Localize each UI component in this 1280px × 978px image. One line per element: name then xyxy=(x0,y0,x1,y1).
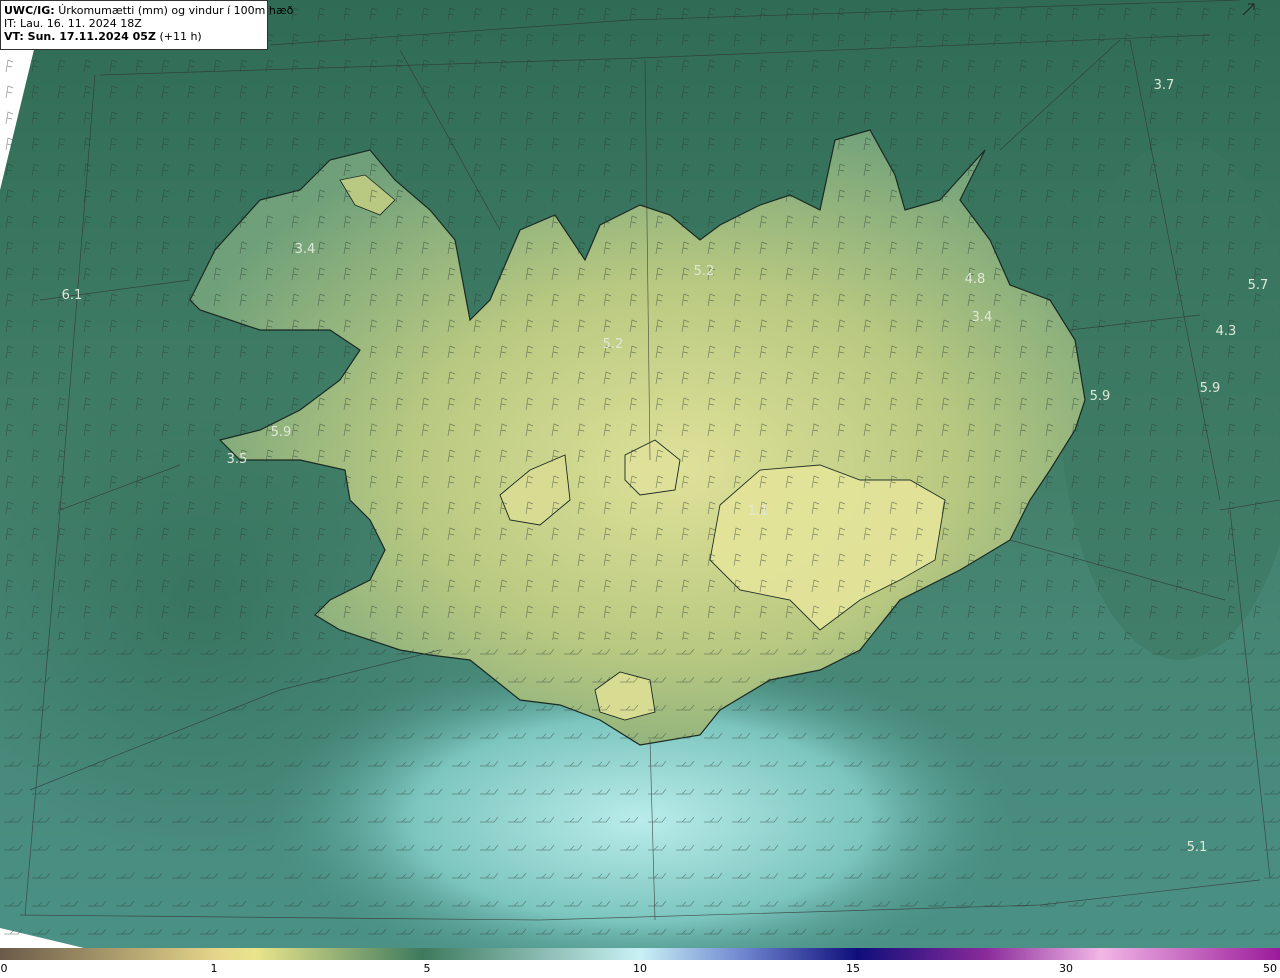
colorbar-tick: 10 xyxy=(633,962,647,975)
colorbar-tick: 5 xyxy=(423,962,431,975)
map-label: 4.3 xyxy=(1216,324,1237,339)
colorbar-strip xyxy=(0,948,1280,960)
map-label: 1.1 xyxy=(748,504,769,519)
map-label: 3.4 xyxy=(972,310,993,325)
colorbar-tick: 15 xyxy=(846,962,860,975)
map-header: UWC/IG: Úrkomumætti (mm) og vindur í 100… xyxy=(0,0,293,50)
map-label: 5.2 xyxy=(603,337,624,352)
arrow-diagonal-icon xyxy=(1242,3,1255,16)
valid-offset: (+11 h) xyxy=(159,30,202,43)
map-description: Úrkomumætti (mm) og vindur í 100m hæð xyxy=(58,4,294,17)
map-label: 5.7 xyxy=(1248,278,1269,293)
colorbar-tick: 0 xyxy=(0,962,8,975)
map-label: 6.1 xyxy=(62,288,83,303)
map-label: 5.9 xyxy=(271,425,292,440)
init-time: IT: Lau. 16. 11. 2024 18Z xyxy=(4,17,142,30)
wind-barbs-south xyxy=(0,640,1280,948)
precipitation-map: 3.7 3.4 6.1 5.2 5.2 4.8 3.4 5.7 4.3 5.9 … xyxy=(0,0,1280,948)
valid-time: VT: Sun. 17.11.2024 05Z xyxy=(4,30,156,43)
map-label: 3.4 xyxy=(295,242,316,257)
map-label: 3.7 xyxy=(1154,78,1175,93)
map-label: 5.9 xyxy=(1200,381,1221,396)
model-name: UWC/IG: xyxy=(4,4,55,17)
colorbar-tick: 50 xyxy=(1263,962,1277,975)
colorbar-tick: 1 xyxy=(210,962,218,975)
map-label: 5.1 xyxy=(1187,840,1208,855)
map-label: 3.5 xyxy=(227,452,248,467)
colorbar: 0 1 5 10 15 30 50 xyxy=(0,948,1280,978)
colorbar-tick: 30 xyxy=(1059,962,1073,975)
map-label: 5.2 xyxy=(694,264,715,279)
map-label: 4.8 xyxy=(965,272,986,287)
wind-barbs-north xyxy=(0,0,1280,640)
map-label: 5.9 xyxy=(1090,389,1111,404)
